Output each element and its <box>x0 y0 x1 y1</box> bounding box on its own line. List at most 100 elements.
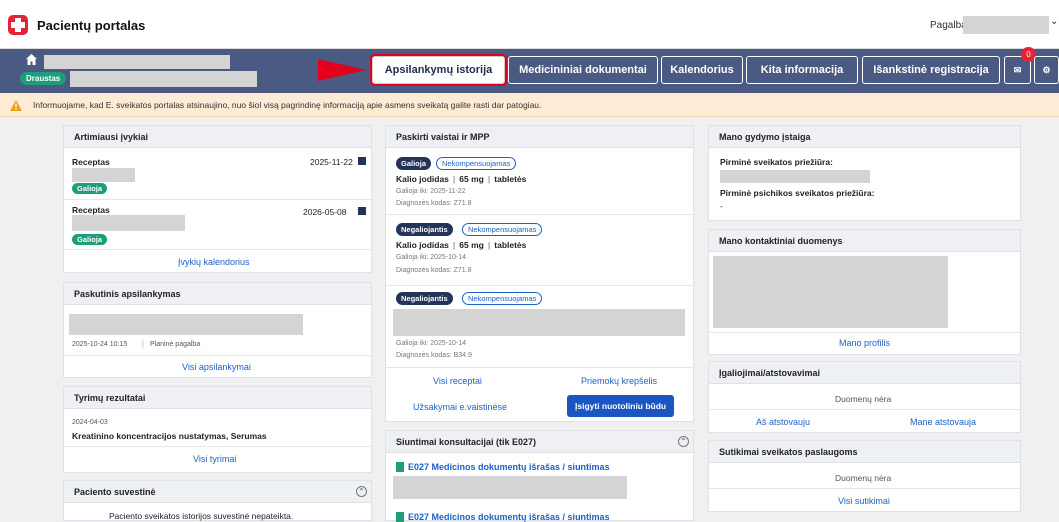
portal-title[interactable]: Pacientų portalas <box>37 18 145 33</box>
medicine-name: Kalio jodidas | 65 mg | tabletės <box>396 174 527 184</box>
event-date: 2026-05-08 <box>303 207 347 217</box>
diagnosis-code: Diagnozės kodas: B34.9 <box>396 352 472 359</box>
result-name: Kreatinino koncentracijos nustatymas, Se… <box>72 431 267 441</box>
gear-icon[interactable]: ⚙ <box>1034 56 1059 84</box>
e-pharmacy-orders-link[interactable]: Užsakymai e.vaistinėse <box>413 402 507 412</box>
nav-visit-history-button[interactable]: Apsilankymų istorija <box>372 56 505 84</box>
result-date: 2024-04-03 <box>72 419 108 426</box>
nav-other-info-button[interactable]: Kita informacija <box>746 56 858 84</box>
chevron-up-icon[interactable]: ⌃ <box>678 436 689 447</box>
nav-calendar-button[interactable]: Kalendorius <box>661 56 743 84</box>
summary-text: Paciento sveikatos istorijos suvestinė n… <box>109 511 294 521</box>
last-visit-card: Paskutinis apsilankymas 2025-10-24 10:15… <box>63 282 372 378</box>
nav-medical-documents-button[interactable]: Medicininiai dokumentai <box>508 56 658 84</box>
user-menu-redacted[interactable] <box>963 16 1049 34</box>
event-date: 2025-11-22 <box>310 157 353 167</box>
card-title: Mano kontaktiniai duomenys <box>709 230 1020 252</box>
visit-kind: Planinė pagalba <box>150 341 201 348</box>
event-detail-redacted <box>72 168 135 182</box>
event-type: Receptas <box>72 157 110 167</box>
copay-basket-link[interactable]: Priemokų krepšelis <box>581 376 657 386</box>
primary-care-label: Pirminė sveikatos priežiūra: <box>720 157 833 167</box>
status-badge: Galioja <box>396 157 432 170</box>
insured-badge: Draustas <box>20 72 67 85</box>
buy-remotely-button[interactable]: Įsigyti nuotoliniu būdu <box>567 395 675 417</box>
represent-me-link[interactable]: Mane atstovauja <box>910 417 976 427</box>
calendar-icon[interactable] <box>358 157 366 165</box>
medicine-name: Kalio jodidas | 65 mg | tabletės <box>396 240 527 250</box>
top-bar <box>0 0 1059 49</box>
status-badge: Negaliojantis <box>396 223 453 236</box>
diagnosis-code: Diagnozės kodas: Z71.8 <box>396 267 472 274</box>
document-icon <box>396 462 404 472</box>
contact-details-card: Mano kontaktiniai duomenys Mano profilis <box>708 229 1021 355</box>
institution-redacted <box>720 170 870 183</box>
events-calendar-link[interactable]: Įvykių kalendorius <box>178 257 250 267</box>
all-prescriptions-link[interactable]: Visi receptai <box>433 376 482 386</box>
compensation-badge: Nekompensuojamas <box>462 223 543 236</box>
card-title: Tyrimų rezultatai <box>64 387 371 409</box>
i-represent-link[interactable]: Aš atstovauju <box>756 417 810 427</box>
divider <box>709 488 1020 489</box>
home-icon[interactable] <box>25 53 38 66</box>
upcoming-events-card: Artimiausi įvykiai Receptas 2025-11-22 G… <box>63 125 372 273</box>
portal-logo[interactable] <box>8 15 28 35</box>
divider <box>64 355 371 356</box>
card-title: Įgaliojimai/atstovavimai <box>709 362 1020 384</box>
valid-until: Galioja iki: 2025-10-14 <box>396 254 467 261</box>
card-title: Paskutinis apsilankymas <box>64 283 371 305</box>
divider <box>386 367 693 368</box>
status-badge: Galioja <box>72 183 108 194</box>
divider <box>386 214 693 215</box>
nav-pre-registration-button[interactable]: Išankstinė registracija <box>862 56 1000 84</box>
divider <box>64 249 371 250</box>
patient-name-redacted <box>44 55 230 69</box>
my-profile-link[interactable]: Mano profilis <box>839 338 890 348</box>
red-arrow-annotation <box>318 59 366 81</box>
all-consents-link[interactable]: Visi sutikimai <box>838 496 890 506</box>
referral-link[interactable]: E027 Medicinos dokumentų išrašas / siunt… <box>408 462 610 472</box>
consents-card: Sutikimai sveikatos paslaugoms Duomenų n… <box>708 440 1021 512</box>
visit-datetime: 2025-10-24 10:15 <box>72 341 128 348</box>
authorizations-card: Įgaliojimai/atstovavimai Duomenų nėra Aš… <box>708 361 1021 433</box>
status-badge: Negaliojantis <box>396 292 453 305</box>
patient-summary-card: Paciento suvestinė ⌃ Paciento sveikatos … <box>63 480 372 521</box>
no-data-text: Duomenų nėra <box>835 394 892 404</box>
all-results-link[interactable]: Visi tyrimai <box>193 454 236 464</box>
chevron-up-icon[interactable]: ⌃ <box>356 486 367 497</box>
mental-care-value: - <box>720 201 723 211</box>
event-type: Receptas <box>72 205 110 215</box>
alert-text: Informuojame, kad E. sveikatos portalas … <box>33 100 542 110</box>
calendar-icon[interactable] <box>358 207 366 215</box>
all-visits-link[interactable]: Visi apsilankymai <box>182 362 251 372</box>
test-results-card: Tyrimų rezultatai 2024-04-03 Kreatinino … <box>63 386 372 473</box>
compensation-badge: Nekompensuojamas <box>436 157 517 170</box>
card-title: Paciento suvestinė <box>64 481 371 503</box>
mental-care-label: Pirminė psichikos sveikatos priežiūra: <box>720 188 875 198</box>
warning-icon <box>10 100 22 111</box>
visit-detail-redacted <box>69 314 303 335</box>
referrals-card: Siuntimai konsultacijai (tik E027) ⌃ E02… <box>385 430 694 522</box>
patient-id-redacted <box>70 71 257 87</box>
divider <box>64 446 371 447</box>
divider <box>709 409 1020 410</box>
divider <box>386 285 693 286</box>
contact-details-redacted <box>713 256 948 328</box>
prescribed-medicines-card: Paskirti vaistai ir MPP Galioja Nekompen… <box>385 125 694 422</box>
status-badge: Galioja <box>72 234 108 245</box>
compensation-badge: Nekompensuojamas <box>462 292 543 305</box>
no-data-text: Duomenų nėra <box>835 473 892 483</box>
card-title: Artimiausi įvykiai <box>64 126 371 148</box>
card-title: Mano gydymo įstaiga <box>709 126 1020 148</box>
my-institution-card: Mano gydymo įstaiga Pirminė sveikatos pr… <box>708 125 1021 221</box>
divider <box>64 199 371 200</box>
card-title: Paskirti vaistai ir MPP <box>386 126 693 148</box>
help-label[interactable]: Pagalba <box>930 20 967 31</box>
chevron-down-icon[interactable]: ⌄ <box>1050 16 1058 27</box>
card-title: Siuntimai konsultacijai (tik E027) <box>386 431 693 453</box>
divider <box>709 332 1020 333</box>
valid-until: Galioja iki: 2025-11-22 <box>396 188 466 195</box>
diagnosis-code: Diagnozės kodas: Z71.8 <box>396 200 472 207</box>
referral-detail-redacted <box>393 476 627 499</box>
event-detail-redacted <box>72 215 185 231</box>
